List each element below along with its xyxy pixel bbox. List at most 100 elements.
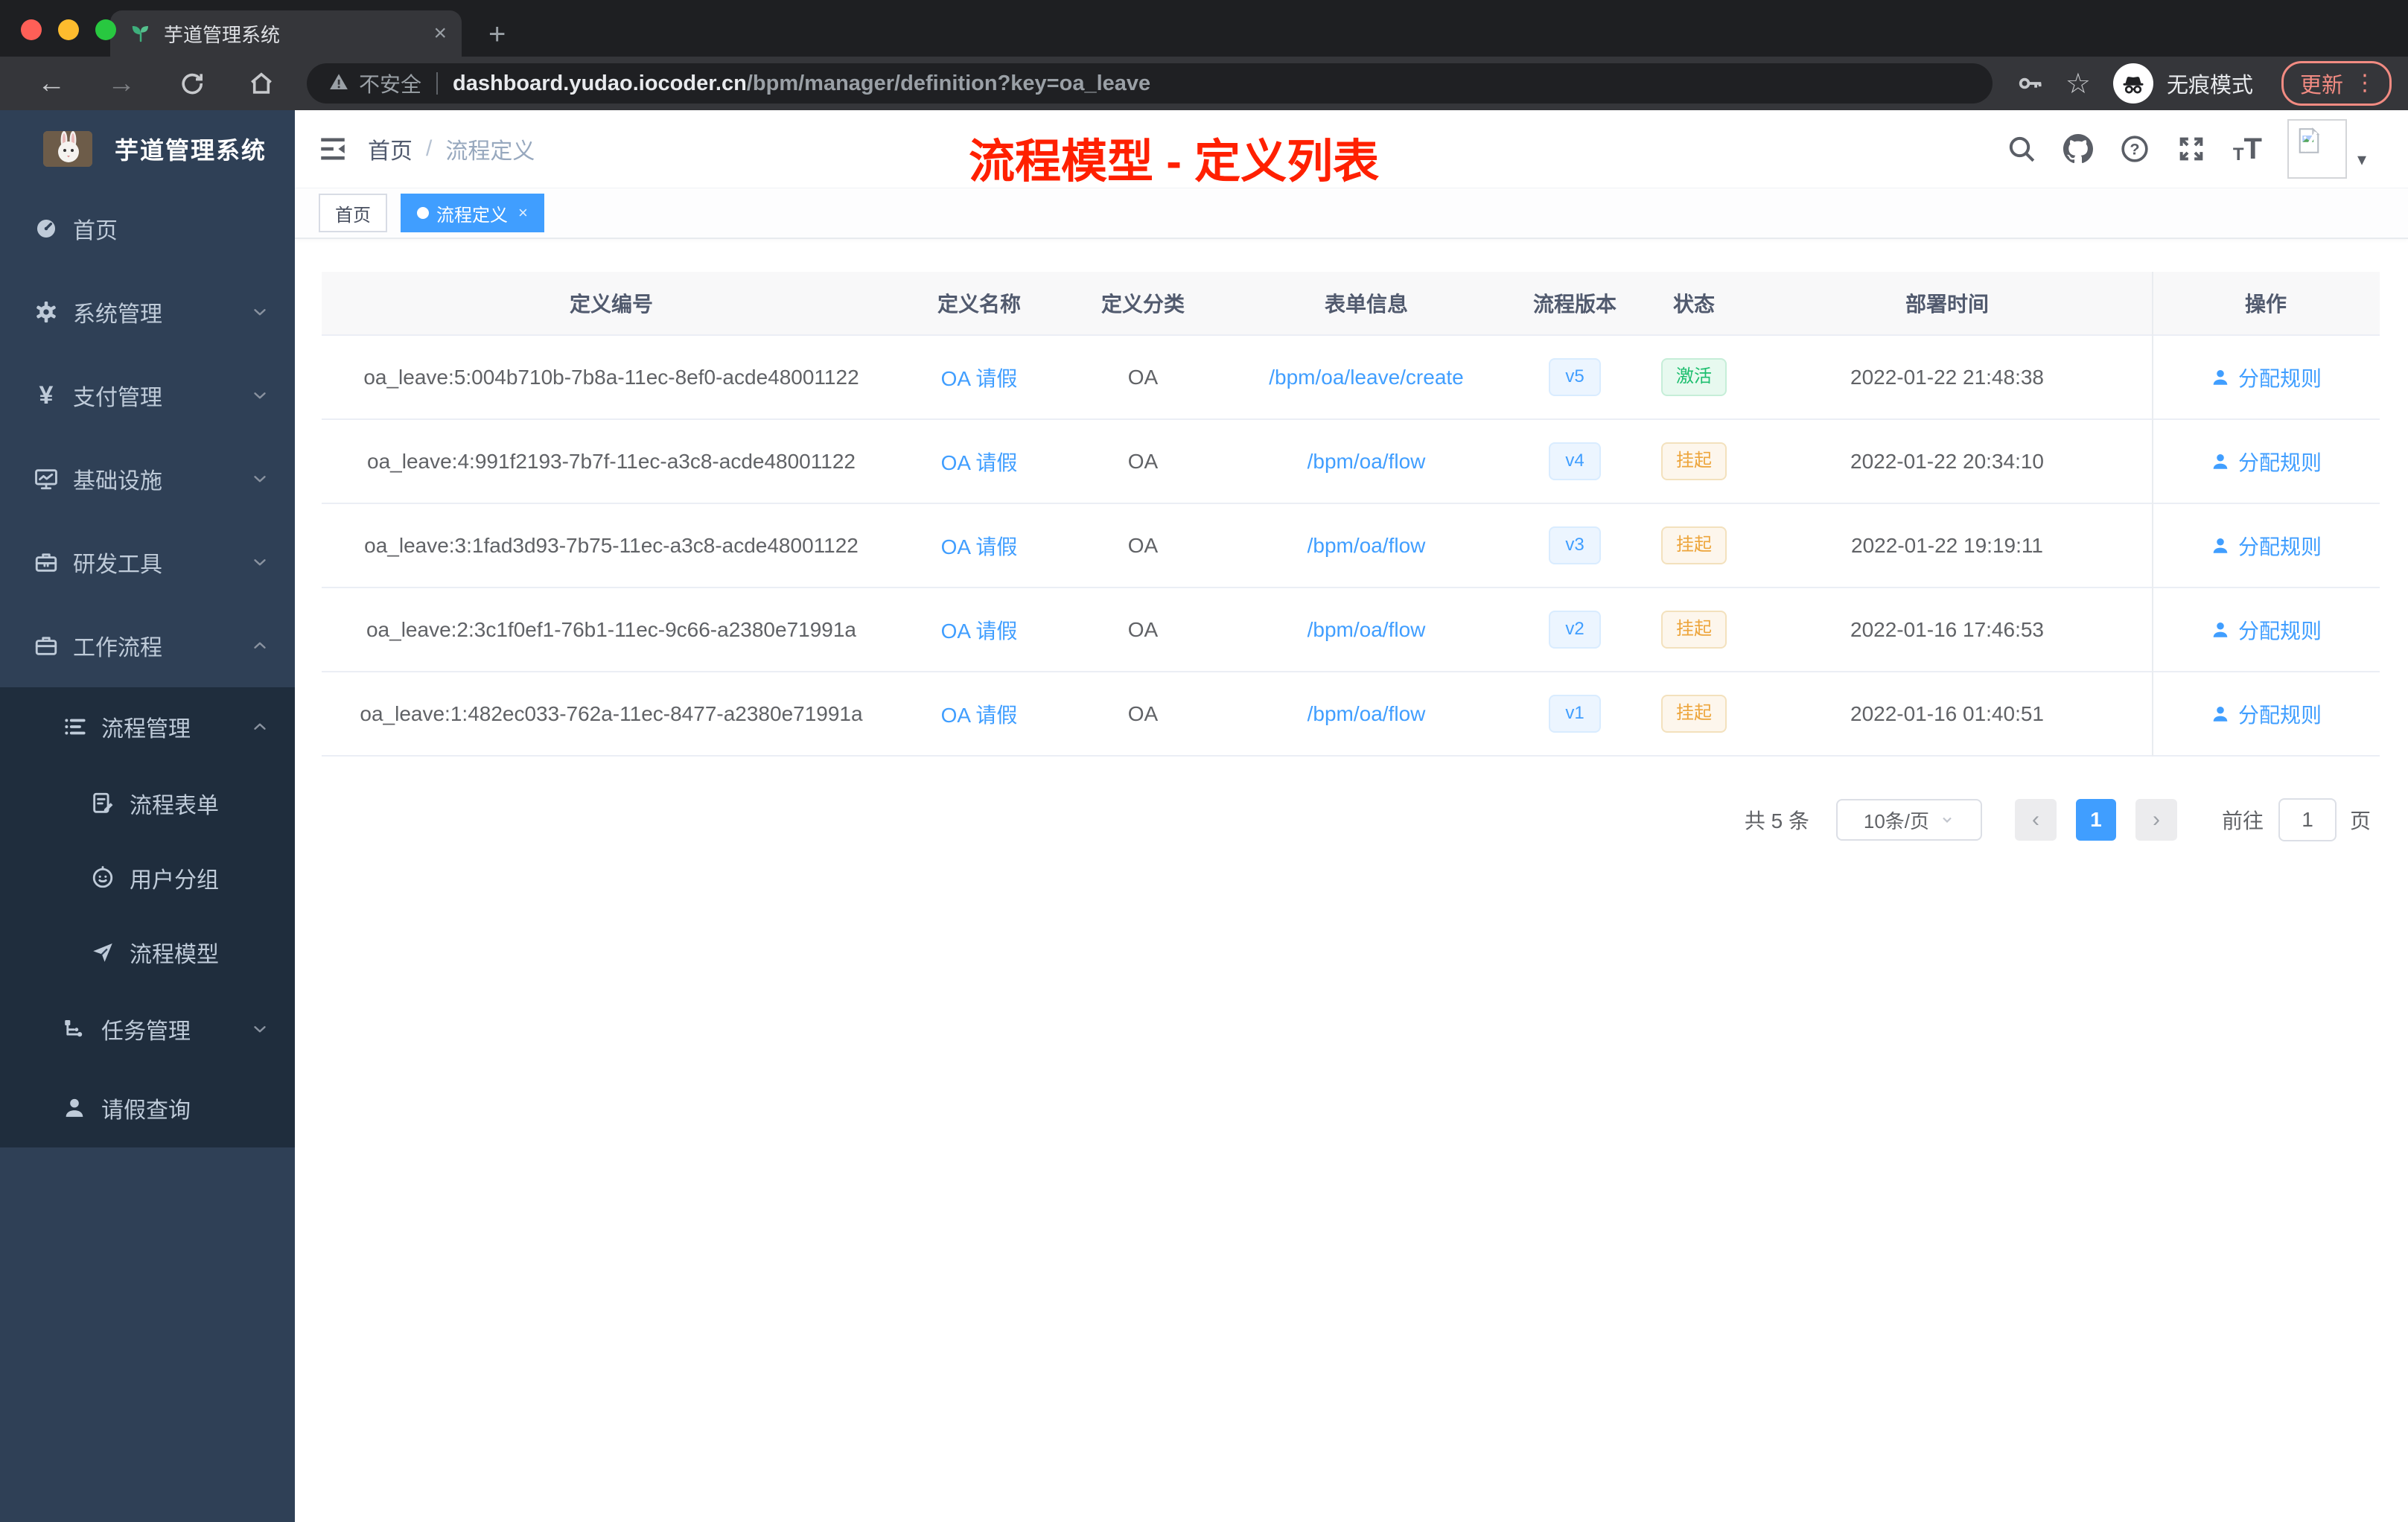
deploy-time-cell: 2022-01-16 17:46:53 (1850, 617, 2044, 641)
dashboard-icon (33, 215, 60, 242)
sidebar-item-label: 流程表单 (130, 794, 219, 818)
back-button[interactable]: ← (16, 69, 86, 98)
sidebar-item-task-management[interactable]: 任务管理 (0, 990, 295, 1069)
sidebar-logo[interactable]: 芋道管理系统 (0, 110, 295, 187)
definition-name-link[interactable]: OA 请假 (941, 531, 1018, 561)
prev-page-button[interactable]: ‹ (2014, 799, 2057, 841)
column-header: 表单信息 (1324, 293, 1408, 316)
definition-name-cell[interactable]: OA 请假 (901, 447, 1057, 477)
window-zoom-button[interactable] (95, 19, 116, 40)
form-info-link[interactable]: /bpm/oa/flow (1307, 618, 1426, 642)
form-info-link[interactable]: /bpm/oa/flow (1307, 534, 1426, 558)
definition-name-cell[interactable]: OA 请假 (901, 699, 1057, 729)
browser-update-button[interactable]: 更新 ⋮ (2281, 61, 2392, 106)
sidebar-item-process-model[interactable]: 流程模型 (0, 915, 295, 990)
form-info-cell[interactable]: /bpm/oa/flow (1229, 450, 1504, 474)
sidebar-item-label: 研发工具 (73, 553, 162, 577)
form-info-link[interactable]: /bpm/oa/flow (1307, 702, 1426, 726)
sidebar-item-system-management[interactable]: 系统管理 (0, 270, 295, 354)
action-cell[interactable]: 分配规则 (2152, 699, 2380, 729)
sidebar-item-payment-management[interactable]: ¥ 支付管理 (0, 354, 295, 437)
pagination: 共 5 条 10条/页 ‹ 1 › 前往 页 (322, 798, 2380, 841)
avatar-broken-image[interactable] (2287, 119, 2347, 179)
search-icon[interactable] (2007, 134, 2036, 164)
process-version-cell: v4 (1504, 442, 1646, 480)
action-cell[interactable]: 分配规则 (2152, 531, 2380, 561)
sidebar-item-home[interactable]: 首页 (0, 187, 295, 270)
assign-user-icon (2210, 620, 2231, 640)
action-cell[interactable]: 分配规则 (2152, 363, 2380, 392)
assign-rule-link[interactable]: 分配规则 (2210, 531, 2322, 561)
browser-tab[interactable]: 芋道管理系统 × (110, 10, 462, 57)
bookmark-star-icon[interactable]: ☆ (2065, 67, 2091, 101)
github-icon[interactable] (2063, 134, 2093, 164)
gear-icon (33, 299, 60, 325)
avatar-caret-icon[interactable]: ▾ (2357, 149, 2366, 171)
definition-name-link[interactable]: OA 请假 (941, 615, 1018, 645)
url-separator (436, 72, 439, 95)
tags-bar: 首页 流程定义 × (295, 188, 2408, 239)
assign-rule-link[interactable]: 分配规则 (2210, 447, 2322, 477)
fullscreen-icon[interactable] (2176, 134, 2206, 164)
action-cell[interactable]: 分配规则 (2152, 447, 2380, 477)
tag-inactive[interactable]: 首页 (319, 194, 387, 232)
chevron-down-icon (250, 553, 270, 572)
tag-close-icon[interactable]: × (518, 203, 528, 223)
sidebar-item-label: 支付管理 (73, 386, 162, 410)
form-info-cell[interactable]: /bpm/oa/flow (1229, 702, 1504, 726)
form-info-link[interactable]: /bpm/oa/leave/create (1269, 366, 1464, 389)
sidebar-item-label: 基础设施 (73, 469, 162, 494)
window-close-button[interactable] (21, 19, 42, 40)
tag-label: 流程定义 (436, 205, 508, 226)
goto-page-input[interactable] (2278, 798, 2337, 841)
tab-close-icon[interactable]: × (433, 21, 447, 46)
home-button[interactable] (226, 70, 296, 97)
users-icon (89, 865, 116, 891)
definition-name-cell[interactable]: OA 请假 (901, 531, 1057, 561)
main-panel: 首页 / 流程定义 流程模型 - 定义列表 ? TT ▾ 首页 流程定义 × 定… (295, 110, 2408, 1522)
definition-category-cell: OA (1127, 533, 1159, 557)
sidebar-item-dev-tools[interactable]: 研发工具 (0, 520, 295, 604)
form-info-cell[interactable]: /bpm/oa/leave/create (1229, 366, 1504, 389)
browser-menu-dots-icon[interactable]: ⋮ (2354, 72, 2376, 95)
definition-name-cell[interactable]: OA 请假 (901, 363, 1057, 392)
definition-name-link[interactable]: OA 请假 (941, 447, 1018, 477)
assign-rule-link[interactable]: 分配规则 (2210, 615, 2322, 645)
page-1-button[interactable]: 1 (2075, 799, 2116, 841)
definition-name-link[interactable]: OA 请假 (941, 363, 1018, 392)
new-tab-button[interactable]: + (488, 19, 506, 49)
sidebar-item-user-group[interactable]: 用户分组 (0, 841, 295, 915)
sidebar-item-leave-query[interactable]: 请假查询 (0, 1069, 295, 1147)
sidebar-item-workflow[interactable]: 工作流程 (0, 604, 295, 687)
url-bar[interactable]: 不安全 dashboard.yudao.iocoder.cn/bpm/manag… (307, 63, 1993, 104)
form-info-cell[interactable]: /bpm/oa/flow (1229, 534, 1504, 558)
sidebar-fold-icon[interactable] (317, 133, 348, 165)
forward-button[interactable]: → (86, 69, 156, 98)
page-size-select[interactable]: 10条/页 (1835, 799, 1982, 841)
password-key-icon[interactable] (2016, 69, 2045, 98)
breadcrumb-home[interactable]: 首页 (368, 133, 413, 165)
form-info-link[interactable]: /bpm/oa/flow (1307, 450, 1426, 474)
sidebar-item-label: 工作流程 (73, 636, 162, 660)
sidebar-item-infrastructure[interactable]: 基础设施 (0, 437, 295, 520)
form-info-cell[interactable]: /bpm/oa/flow (1229, 618, 1504, 642)
next-page-button[interactable]: › (2135, 799, 2177, 841)
assign-rule-link[interactable]: 分配规则 (2210, 699, 2322, 729)
help-icon[interactable]: ? (2120, 134, 2150, 164)
font-size-icon[interactable]: TT (2233, 134, 2262, 164)
definition-name-link[interactable]: OA 请假 (941, 699, 1018, 729)
sidebar-item-process-form[interactable]: 流程表单 (0, 766, 295, 841)
browser-chrome: 芋道管理系统 × + ← → 不安全 dashboard.yudao.iocod… (0, 0, 2408, 110)
status-badge: 挂起 (1661, 526, 1727, 564)
assign-rule-link[interactable]: 分配规则 (2210, 363, 2322, 392)
window-minimize-button[interactable] (58, 19, 79, 40)
table-row: oa_leave:1:482ec033-762a-11ec-8477-a2380… (322, 672, 2380, 757)
action-cell[interactable]: 分配规则 (2152, 615, 2380, 645)
reload-button[interactable] (156, 70, 226, 97)
page-content: 定义编号 定义名称 定义分类 表单信息 流程版本 状态 部署时间 操作 oa_leave:5:… (295, 239, 2408, 1522)
security-label[interactable]: 不安全 (359, 69, 421, 98)
tag-active[interactable]: 流程定义 × (401, 194, 544, 232)
sidebar-item-process-management[interactable]: 流程管理 (0, 687, 295, 766)
assign-user-icon (2210, 367, 2231, 388)
definition-name-cell[interactable]: OA 请假 (901, 615, 1057, 645)
